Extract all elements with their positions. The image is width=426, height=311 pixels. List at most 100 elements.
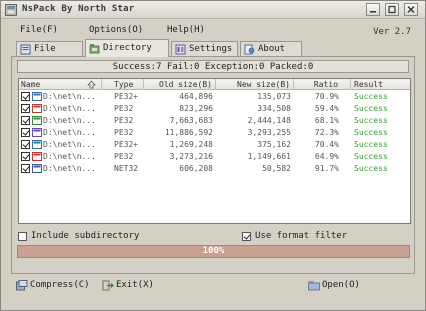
cell-type: PE32 bbox=[114, 116, 134, 125]
open-button[interactable]: Open(O) bbox=[308, 279, 368, 293]
column-header-ratio[interactable]: Ratio bbox=[294, 79, 351, 90]
column-header-result[interactable]: Result bbox=[351, 79, 410, 90]
minimize-button[interactable] bbox=[366, 3, 380, 16]
minimize-icon bbox=[370, 11, 376, 13]
table-row[interactable]: D:\net\n... PE32+ 1,269,248 375,162 70.4% Suc… bbox=[19, 139, 410, 150]
cell-name: D:\net\n... bbox=[43, 140, 96, 149]
close-icon bbox=[407, 6, 415, 13]
cell-old-size: 464,896 bbox=[179, 92, 213, 101]
column-header-type[interactable]: Type bbox=[102, 79, 144, 90]
row-checkbox[interactable] bbox=[21, 140, 30, 149]
table-row[interactable]: D:\net\n... PE32+ 464,896 135,073 70.9% Succe… bbox=[19, 91, 410, 102]
row-checkbox[interactable] bbox=[21, 92, 30, 101]
file-type-icon bbox=[32, 128, 42, 137]
cell-new-size: 135,073 bbox=[257, 92, 291, 101]
cell-ratio: 91.7% bbox=[314, 164, 339, 173]
compress-icon bbox=[16, 280, 28, 291]
tab-settings[interactable]: Settings bbox=[171, 41, 238, 57]
cell-old-size: 3,273,216 bbox=[169, 152, 213, 161]
cell-name: D:\net\n... bbox=[43, 116, 96, 125]
compress-label: Compress(C) bbox=[30, 280, 90, 290]
cell-ratio: 59.4% bbox=[314, 104, 339, 113]
maximize-button[interactable] bbox=[385, 3, 399, 16]
file-list[interactable]: Name Type Old size(B) New size(B) Ratio … bbox=[18, 78, 411, 224]
tab-directory[interactable]: Directory bbox=[85, 39, 169, 57]
tab-directory-label: Directory bbox=[103, 43, 152, 53]
compress-button[interactable]: Compress(C) bbox=[16, 279, 90, 293]
include-subdirectory-label: Include subdirectory bbox=[31, 231, 140, 241]
exit-label: Exit(X) bbox=[116, 280, 154, 290]
column-header-new-size[interactable]: New size(B) bbox=[216, 79, 294, 90]
row-checkbox[interactable] bbox=[21, 152, 30, 161]
include-subdirectory-checkbox[interactable] bbox=[18, 232, 27, 241]
open-label: Open(O) bbox=[322, 280, 360, 290]
cell-name: D:\net\n... bbox=[43, 104, 96, 113]
table-row[interactable]: D:\net\n... PE32 3,273,216 1,149,661 64.9% Su… bbox=[19, 151, 410, 162]
cell-old-size: 823,296 bbox=[179, 104, 213, 113]
cell-ratio: 70.4% bbox=[314, 140, 339, 149]
title-bar[interactable]: NsPack By North Star bbox=[1, 1, 425, 19]
about-icon bbox=[244, 44, 255, 55]
menu-options[interactable]: Options(O) bbox=[89, 25, 143, 35]
file-type-icon bbox=[32, 116, 42, 125]
cell-result: Success bbox=[354, 92, 388, 101]
file-type-icon bbox=[32, 92, 42, 101]
column-header-name[interactable]: Name bbox=[19, 79, 102, 90]
tab-about-label: About bbox=[258, 44, 286, 54]
cell-new-size: 2,444,148 bbox=[247, 116, 291, 125]
cell-type: PE32 bbox=[114, 152, 134, 161]
row-checkbox[interactable] bbox=[21, 116, 30, 125]
file-type-icon bbox=[32, 164, 42, 173]
row-checkbox[interactable] bbox=[21, 104, 30, 113]
cell-result: Success bbox=[354, 104, 388, 113]
use-format-filter-label: Use format filter bbox=[255, 231, 348, 241]
exit-icon bbox=[102, 280, 114, 291]
sort-up-icon bbox=[87, 80, 96, 89]
list-header: Name Type Old size(B) New size(B) Ratio … bbox=[19, 79, 410, 90]
app-icon bbox=[5, 4, 17, 16]
cell-new-size: 3,293,255 bbox=[247, 128, 291, 137]
table-row[interactable]: D:\net\n... NET32 606,208 50,582 91.7% Succes… bbox=[19, 163, 410, 174]
cell-result: Success bbox=[354, 152, 388, 161]
cell-new-size: 1,149,661 bbox=[247, 152, 291, 161]
menu-help[interactable]: Help(H) bbox=[167, 25, 205, 35]
tab-about[interactable]: About bbox=[240, 41, 302, 57]
use-format-filter-checkbox[interactable] bbox=[242, 232, 251, 241]
file-type-icon bbox=[32, 152, 42, 161]
table-row[interactable]: D:\net\n... PE32 823,296 334,508 59.4% Succes… bbox=[19, 103, 410, 114]
close-button[interactable] bbox=[404, 3, 418, 16]
cell-new-size: 375,162 bbox=[257, 140, 291, 149]
cell-old-size: 1,269,248 bbox=[169, 140, 213, 149]
cell-ratio: 70.9% bbox=[314, 92, 339, 101]
cell-type: PE32 bbox=[114, 104, 134, 113]
cell-old-size: 11,886,592 bbox=[164, 128, 213, 137]
row-checkbox[interactable] bbox=[21, 128, 30, 137]
progress-bar: 100% bbox=[17, 245, 410, 258]
cell-result: Success bbox=[354, 140, 388, 149]
settings-icon bbox=[175, 44, 186, 55]
menu-bar: File(F) Options(O) Help(H) Ver 2.7 bbox=[1, 20, 425, 39]
cell-type: PE32 bbox=[114, 128, 134, 137]
cell-result: Success bbox=[354, 128, 388, 137]
cell-ratio: 64.9% bbox=[314, 152, 339, 161]
progress-text: 100% bbox=[202, 246, 225, 256]
tab-file-label: File bbox=[34, 44, 56, 54]
cell-result: Success bbox=[354, 116, 388, 125]
column-header-old-size[interactable]: Old size(B) bbox=[144, 79, 216, 90]
tab-settings-label: Settings bbox=[189, 44, 233, 54]
table-row[interactable]: D:\net\n... PE32 7,663,683 2,444,148 68.1% Su… bbox=[19, 115, 410, 126]
menu-file[interactable]: File(F) bbox=[20, 25, 58, 35]
cell-type: PE32+ bbox=[114, 140, 139, 149]
tab-file[interactable]: File bbox=[16, 41, 83, 57]
cell-type: NET32 bbox=[114, 164, 139, 173]
main-window: NsPack By North Star File(F) Options(O) … bbox=[0, 0, 426, 311]
row-checkbox[interactable] bbox=[21, 164, 30, 173]
file-type-icon bbox=[32, 104, 42, 113]
exit-button[interactable]: Exit(X) bbox=[102, 279, 162, 293]
window-title: NsPack By North Star bbox=[22, 4, 135, 14]
cell-result: Success bbox=[354, 164, 388, 173]
cell-name: D:\net\n... bbox=[43, 152, 96, 161]
open-folder-icon bbox=[308, 281, 320, 291]
table-row[interactable]: D:\net\n... PE32 11,886,592 3,293,255 72.3% S… bbox=[19, 127, 410, 138]
folder-icon bbox=[89, 44, 100, 54]
